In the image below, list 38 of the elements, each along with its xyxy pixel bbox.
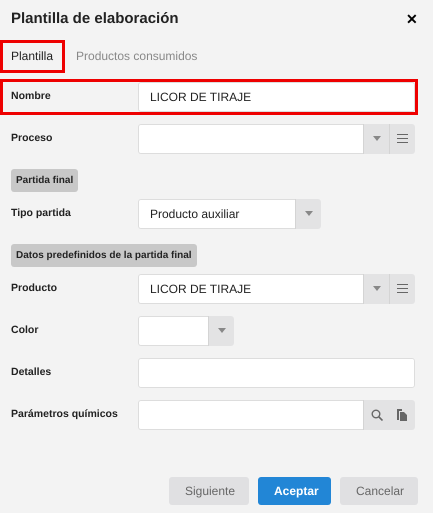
dropdown-icon — [372, 136, 380, 141]
field-label: Producto — [10, 280, 58, 296]
menu-icon — [397, 134, 408, 143]
dropdown-button[interactable] — [363, 124, 389, 154]
field-label: Proceso — [10, 130, 54, 146]
field-label: Nombre — [10, 88, 52, 104]
dropdown-icon — [218, 328, 226, 333]
field-label: Detalles — [10, 364, 52, 380]
input-field[interactable] — [138, 358, 415, 388]
close-button[interactable]: ✕ — [406, 12, 418, 26]
field-label: Parámetros químicos — [10, 406, 119, 422]
dropdown-icon — [304, 211, 312, 216]
menu-button[interactable] — [389, 124, 415, 154]
copy-button[interactable] — [389, 400, 415, 430]
dropdown-button[interactable] — [295, 198, 321, 228]
section-header: Datos predefinidos de la partida final — [11, 244, 197, 266]
input-field[interactable]: LICOR DE TIRAJE — [138, 82, 415, 112]
menu-button[interactable] — [389, 274, 415, 304]
dialog-button[interactable]: Cancelar — [340, 477, 418, 505]
dropdown-field[interactable]: Producto auxiliar — [138, 198, 295, 228]
dialog-title: Plantilla de elaboración — [10, 9, 179, 29]
search-button[interactable] — [363, 400, 389, 430]
dropdown-field[interactable] — [138, 124, 363, 154]
dropdown-icon — [372, 286, 380, 291]
dialog-button[interactable]: Aceptar — [258, 477, 331, 505]
menu-icon — [397, 284, 408, 293]
lookup-field[interactable] — [138, 400, 363, 430]
copy-icon — [397, 408, 407, 420]
field-label: Tipo partida — [10, 206, 72, 221]
field-label: Color — [10, 322, 40, 338]
dropdown-field[interactable]: LICOR DE TIRAJE — [138, 274, 363, 304]
tab[interactable]: Plantilla — [0, 40, 66, 72]
dialog-button[interactable]: Siguiente — [169, 477, 249, 505]
section-header: Partida final — [11, 168, 78, 192]
dropdown-button[interactable] — [363, 274, 389, 304]
dropdown-field[interactable] — [138, 316, 208, 346]
search-icon — [370, 408, 382, 420]
dropdown-button[interactable] — [208, 316, 234, 346]
